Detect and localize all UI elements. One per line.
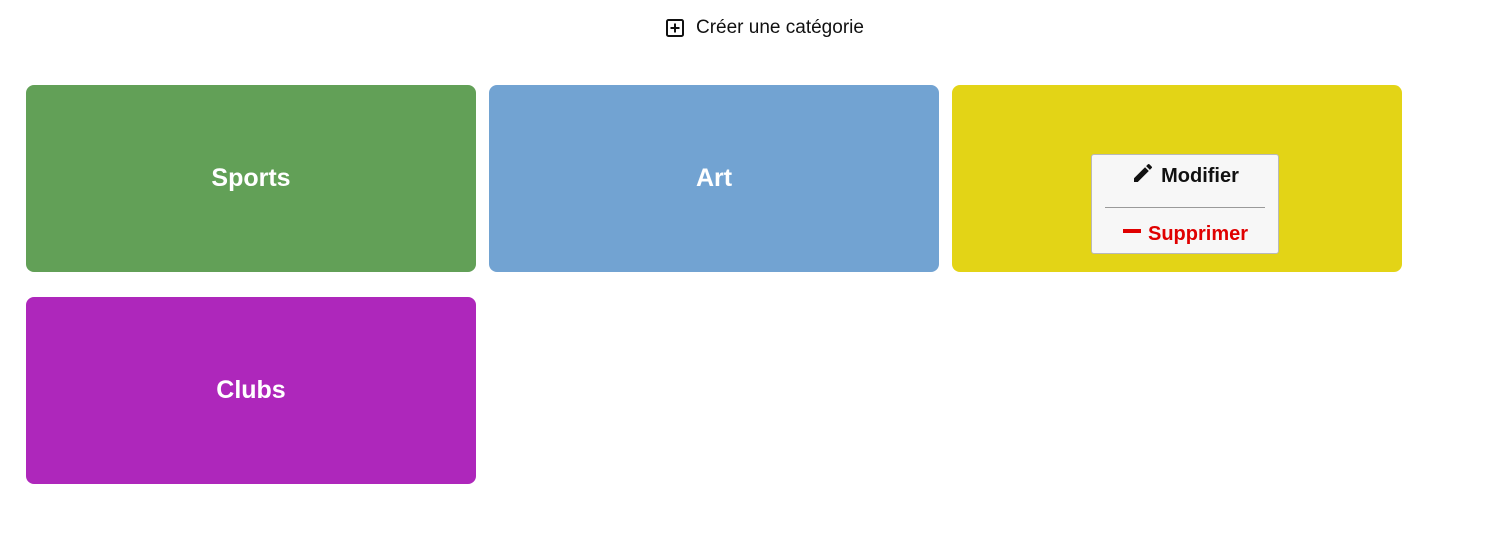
category-context-menu: Modifier Supprimer xyxy=(1091,154,1279,254)
category-card-yellow[interactable]: Modifier Supprimer xyxy=(952,85,1402,272)
plus-square-icon xyxy=(666,19,684,37)
edit-category-label: Modifier xyxy=(1161,164,1239,187)
category-card-art[interactable]: Art xyxy=(489,85,939,272)
minus-icon xyxy=(1122,221,1142,247)
category-title: Art xyxy=(695,164,733,192)
category-title: Clubs xyxy=(216,376,286,404)
pencil-icon xyxy=(1131,161,1155,191)
create-category-label: Créer une catégorie xyxy=(696,17,864,38)
delete-category-button[interactable]: Supprimer xyxy=(1092,221,1278,247)
category-card-clubs[interactable]: Clubs xyxy=(26,297,476,484)
category-card-sports[interactable]: Sports xyxy=(26,85,476,272)
menu-divider xyxy=(1105,207,1265,208)
create-category-button[interactable]: Créer une catégorie xyxy=(666,16,864,40)
delete-category-label: Supprimer xyxy=(1147,222,1249,245)
edit-category-button[interactable]: Modifier xyxy=(1092,163,1278,189)
category-title: Sports xyxy=(211,164,291,192)
categories-page: Créer une catégorie Sports Art Modifier xyxy=(0,0,1502,546)
